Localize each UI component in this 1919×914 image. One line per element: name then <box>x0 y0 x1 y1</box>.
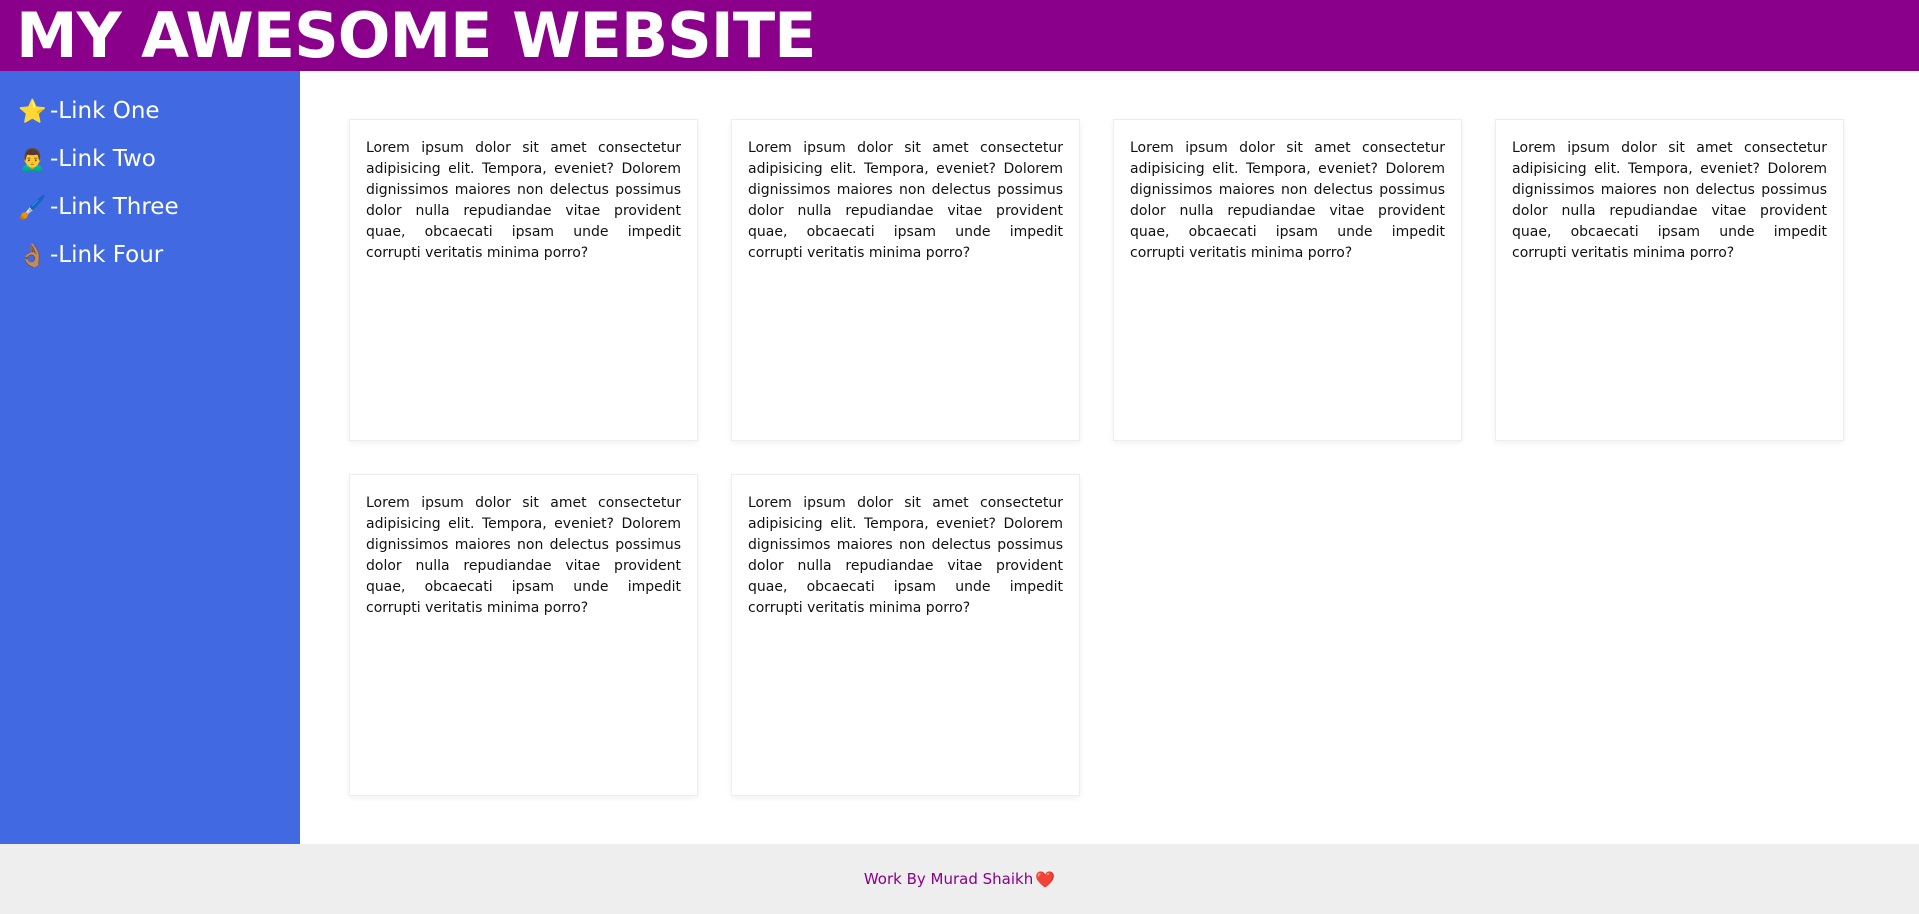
site-footer: Work By Murad Shaikh ❤️ <box>0 844 1919 914</box>
card-text: Lorem ipsum dolor sit amet consectetur a… <box>366 495 681 616</box>
site-title: MY AWESOME WEBSITE <box>16 0 816 72</box>
card-text: Lorem ipsum dolor sit amet consectetur a… <box>748 140 1063 261</box>
sidebar-item-label: -Link Three <box>50 194 179 220</box>
person-icon: 🙍‍♂️ <box>18 146 47 173</box>
sidebar-item-label: -Link One <box>50 98 160 124</box>
card-text: Lorem ipsum dolor sit amet consectetur a… <box>748 495 1063 616</box>
content-card: Lorem ipsum dolor sit amet consectetur a… <box>1495 119 1844 441</box>
sidebar-item-link-four[interactable]: 👌🏽 -Link Four <box>0 231 300 279</box>
sidebar-item-label: -Link Two <box>50 146 156 172</box>
paintbrush-icon: 🖌️ <box>18 194 47 221</box>
content-card: Lorem ipsum dolor sit amet consectetur a… <box>731 474 1080 796</box>
content-card: Lorem ipsum dolor sit amet consectetur a… <box>349 119 698 441</box>
sidebar-item-link-two[interactable]: 🙍‍♂️ -Link Two <box>0 135 300 183</box>
sidebar: ⭐ -Link One 🙍‍♂️ -Link Two 🖌️ -Link Thre… <box>0 71 300 844</box>
ok-hand-icon: 👌🏽 <box>18 242 47 269</box>
card-text: Lorem ipsum dolor sit amet consectetur a… <box>366 140 681 261</box>
card-text: Lorem ipsum dolor sit amet consectetur a… <box>1130 140 1445 261</box>
card-text: Lorem ipsum dolor sit amet consectetur a… <box>1512 140 1827 261</box>
main-content: Lorem ipsum dolor sit amet consectetur a… <box>300 71 1919 844</box>
page: MY AWESOME WEBSITE ⭐ -Link One 🙍‍♂️ -Lin… <box>0 0 1919 914</box>
site-header: MY AWESOME WEBSITE <box>0 0 1919 71</box>
sidebar-item-link-three[interactable]: 🖌️ -Link Three <box>0 183 300 231</box>
content-card: Lorem ipsum dolor sit amet consectetur a… <box>731 119 1080 441</box>
content-card: Lorem ipsum dolor sit amet consectetur a… <box>1113 119 1462 441</box>
heart-icon: ❤️ <box>1035 869 1056 889</box>
star-icon: ⭐ <box>18 98 47 125</box>
sidebar-item-link-one[interactable]: ⭐ -Link One <box>0 87 300 135</box>
content-card: Lorem ipsum dolor sit amet consectetur a… <box>349 474 698 796</box>
footer-credit: Work By Murad Shaikh <box>863 870 1034 888</box>
sidebar-item-label: -Link Four <box>50 242 164 268</box>
